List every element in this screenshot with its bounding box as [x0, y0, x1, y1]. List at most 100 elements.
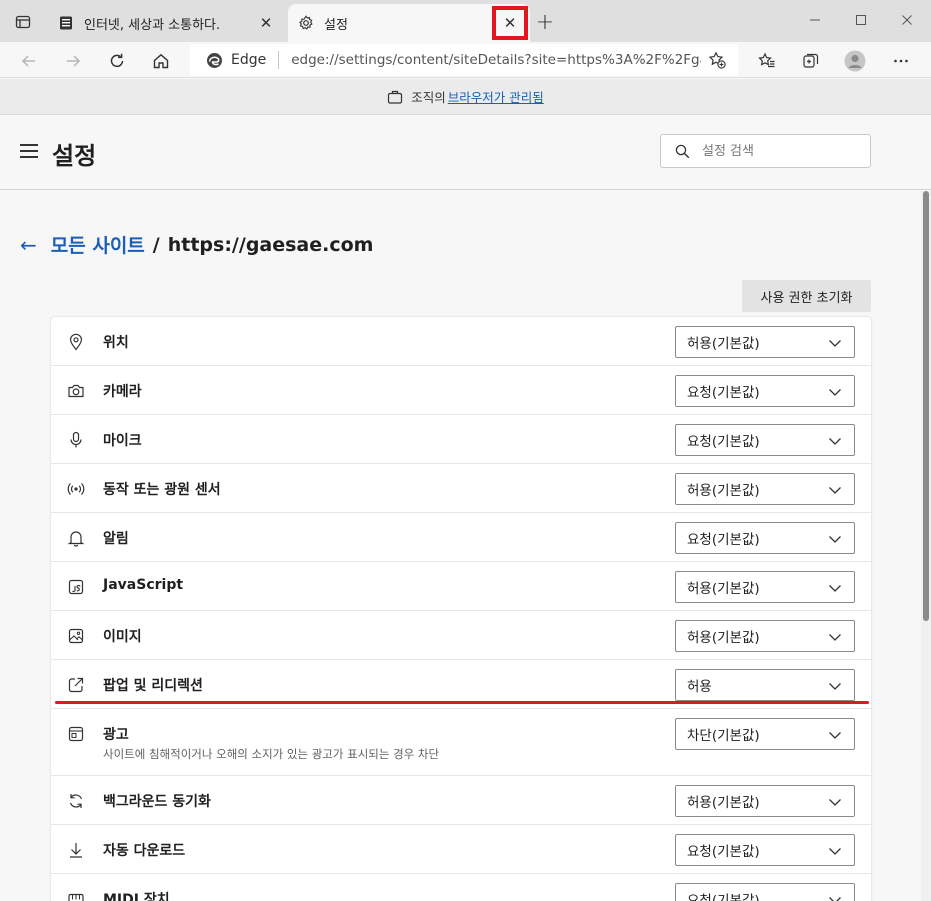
download-icon — [70, 843, 82, 858]
back-button[interactable] — [14, 46, 44, 76]
menu-icon[interactable] — [20, 144, 38, 158]
close-icon — [902, 15, 912, 25]
microphone-icon — [70, 431, 82, 448]
permission-value: 요청(기본값) — [687, 844, 760, 860]
new-tab-button[interactable]: + — [533, 10, 557, 35]
permission-select[interactable]: 요청(기본값) — [675, 834, 855, 866]
refresh-button[interactable] — [102, 46, 132, 76]
permission-label: 마이크 — [103, 433, 142, 449]
close-tab-highlight — [492, 6, 528, 40]
maximize-button[interactable] — [838, 8, 884, 32]
permission-select[interactable]: 요청(기본값) — [675, 522, 855, 554]
permission-label: 동작 또는 광원 센서 — [103, 482, 221, 498]
permission-select[interactable]: 요청(기본값) — [675, 883, 855, 901]
permission-select[interactable]: 허용 — [675, 669, 855, 701]
back-arrow-button[interactable]: ← — [20, 233, 37, 257]
tab-inactive[interactable]: 인터넷, 세상과 소통하다. ✕ — [46, 4, 286, 42]
window-close-button[interactable] — [884, 8, 930, 32]
permission-label: 팝업 및 리디렉션 — [103, 678, 203, 694]
permission-row-background-sync: 백그라운드 동기화 허용(기본값) — [51, 776, 871, 825]
tab-actions-icon — [15, 15, 31, 29]
refresh-icon — [110, 53, 124, 68]
chevron-down-icon — [829, 487, 841, 494]
chevron-down-icon — [829, 585, 841, 592]
permission-row-images: 이미지 허용(기본값) — [51, 611, 871, 660]
briefcase-icon — [388, 90, 403, 104]
permission-row-midi: MIDI 장치 요청(기본값) — [51, 874, 871, 901]
page-title: 설정 — [52, 142, 97, 170]
permission-select[interactable]: 허용(기본값) — [675, 620, 855, 652]
permission-label: MIDI 장치 — [103, 892, 170, 901]
tab-actions-button[interactable] — [10, 10, 36, 34]
permission-select[interactable]: 허용(기본값) — [675, 785, 855, 817]
permission-value: 요청(기본값) — [687, 893, 760, 901]
permission-label: JavaScript — [103, 577, 184, 593]
breadcrumb-all-sites-link[interactable]: 모든 사이트 — [51, 231, 145, 258]
permission-value: 요청(기본값) — [687, 385, 760, 401]
permission-label: 이미지 — [103, 629, 142, 645]
address-bar[interactable]: Edge edge://settings/content/siteDetails… — [190, 44, 738, 76]
minimize-icon — [810, 19, 820, 21]
permissions-list: 위치 허용(기본값) 카메라 요청(기본값) 마이크 요청(기본값) 동작 또는… — [51, 317, 871, 901]
permission-row-notifications: 알림 요청(기본값) — [51, 513, 871, 562]
permission-select[interactable]: 허용(기본값) — [675, 571, 855, 603]
collections-button[interactable] — [796, 46, 826, 76]
permission-label: 카메라 — [103, 384, 142, 400]
permission-label: 자동 다운로드 — [103, 843, 186, 859]
sensor-icon — [67, 483, 85, 495]
permission-select[interactable]: 요청(기본값) — [675, 375, 855, 407]
permission-row-javascript: JavaScript 허용(기본값) — [51, 562, 871, 611]
home-icon — [153, 53, 169, 69]
image-icon — [68, 628, 84, 644]
favorites-button[interactable] — [752, 46, 782, 76]
permission-row-ads: 광고 사이트에 침해적이거나 오해의 소지가 있는 광고가 표시되는 경우 차단… — [51, 709, 871, 776]
permission-select[interactable]: 허용(기본값) — [675, 473, 855, 505]
vertical-scrollbar[interactable] — [921, 191, 931, 901]
permission-row-camera: 카메라 요청(기본값) — [51, 366, 871, 415]
bell-icon — [67, 531, 85, 547]
minimize-button[interactable] — [792, 8, 838, 32]
document-icon — [58, 15, 74, 31]
reset-permissions-button[interactable]: 사용 권한 초기화 — [742, 280, 871, 312]
popup-icon — [68, 677, 84, 693]
popup-row-underline-annotation — [55, 701, 869, 704]
profile-button[interactable] — [840, 46, 870, 76]
permission-row-location: 위치 허용(기본값) — [51, 317, 871, 366]
star-add-icon — [708, 51, 726, 69]
permission-description: 사이트에 침해적이거나 오해의 소지가 있는 광고가 표시되는 경우 차단 — [103, 747, 440, 761]
add-favorite-button[interactable] — [708, 51, 726, 73]
home-button[interactable] — [146, 46, 176, 76]
tab-close-button[interactable]: ✕ — [256, 13, 276, 33]
permission-value: 요청(기본값) — [687, 532, 760, 548]
settings-search[interactable] — [660, 134, 871, 168]
managed-banner-link[interactable]: 브라우저가 관리됨 — [448, 87, 544, 106]
permission-row-sensors: 동작 또는 광원 센서 허용(기본값) — [51, 464, 871, 513]
sync-icon — [69, 794, 83, 808]
permission-select[interactable]: 요청(기본값) — [675, 424, 855, 456]
chevron-down-icon — [829, 897, 841, 901]
site-identity-label: Edge — [231, 52, 267, 68]
favorites-icon — [758, 52, 775, 68]
forward-button[interactable] — [58, 46, 88, 76]
chevron-down-icon — [829, 340, 841, 347]
chevron-down-icon — [829, 732, 841, 739]
breadcrumb-separator: / — [152, 233, 160, 256]
search-input[interactable] — [702, 143, 852, 159]
breadcrumb-current-site: https://gaesae.com — [167, 233, 374, 256]
permission-value: 허용 — [687, 679, 712, 695]
address-separator — [278, 51, 280, 69]
midi-icon — [68, 893, 84, 901]
permission-select[interactable]: 차단(기본값) — [675, 718, 855, 750]
browser-toolbar: Edge edge://settings/content/siteDetails… — [0, 42, 931, 78]
permission-value: 허용(기본값) — [687, 581, 760, 597]
more-options-button[interactable] — [886, 46, 916, 76]
avatar-icon — [844, 50, 866, 72]
chevron-down-icon — [829, 389, 841, 396]
javascript-icon — [68, 579, 84, 595]
scrollbar-thumb[interactable] — [923, 191, 929, 621]
permission-select[interactable]: 허용(기본값) — [675, 326, 855, 358]
permission-value: 요청(기본값) — [687, 434, 760, 450]
permission-row-microphone: 마이크 요청(기본값) — [51, 415, 871, 464]
search-icon — [675, 144, 690, 158]
permission-label: 위치 — [103, 335, 129, 351]
